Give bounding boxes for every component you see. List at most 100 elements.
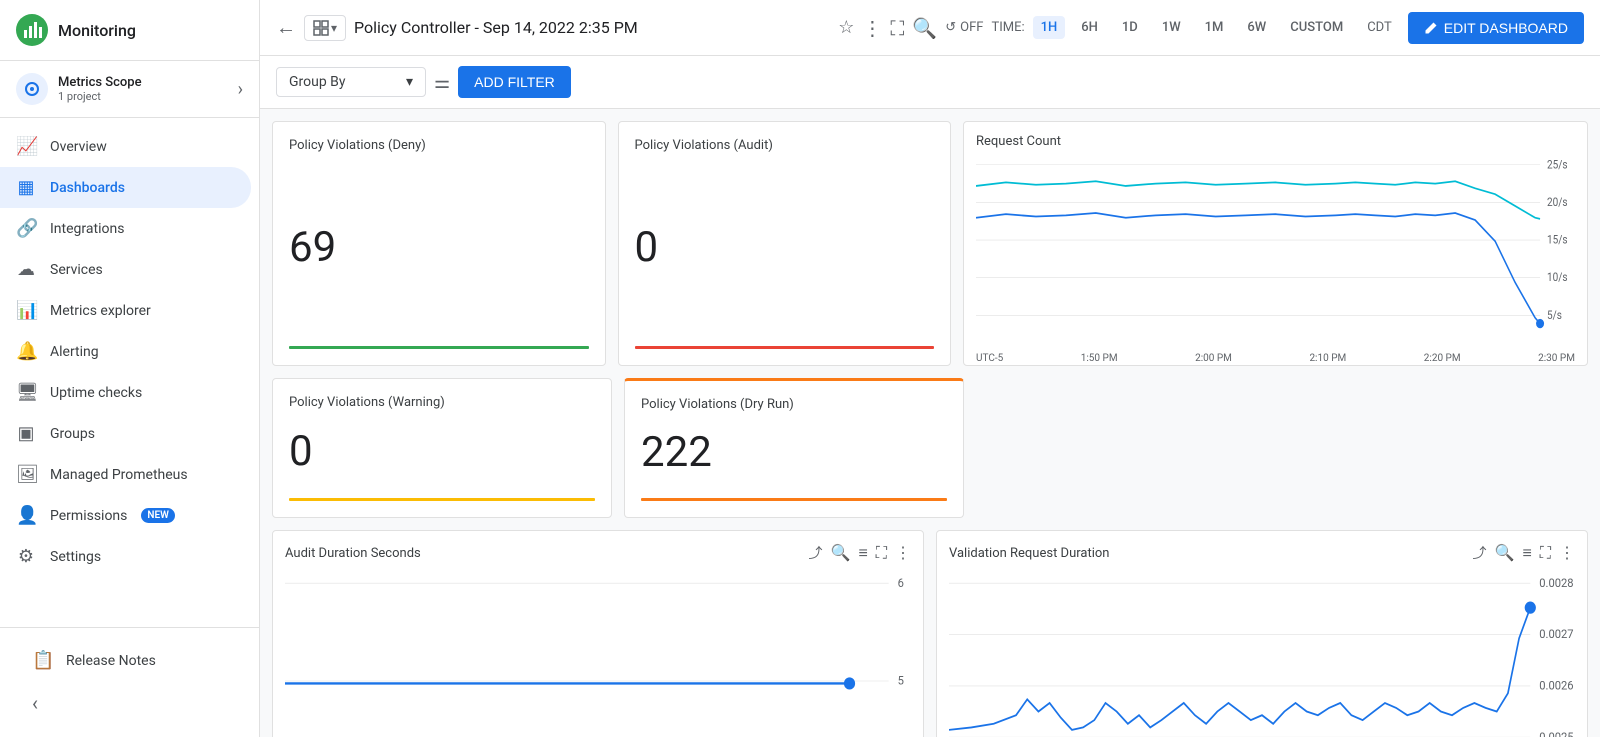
time-label: TIME: — [991, 20, 1024, 35]
app-name: Monitoring — [58, 21, 136, 40]
main-content: ← ▾ Policy Controller - Sep 14, 2022 2:3… — [260, 0, 1600, 737]
validation-trendline-icon: ⤴ — [1473, 543, 1487, 563]
edit-dashboard-button[interactable]: EDIT DASHBOARD — [1408, 12, 1584, 44]
chevron-right-icon: › — [238, 79, 243, 100]
sidebar-item-alerting[interactable]: 🔔 Alerting — [0, 331, 251, 372]
validation-legend-icon[interactable]: ≡ — [1522, 543, 1531, 563]
metric-warning-line — [289, 498, 595, 501]
filter-bar: Group By ▾ ⚌ ADD FILTER — [260, 56, 1600, 109]
scope-info: Metrics Scope 1 project — [16, 73, 142, 105]
audit-zoom-icon[interactable]: 🔍 — [831, 543, 851, 563]
sidebar-item-overview[interactable]: 📈 Overview — [0, 126, 251, 167]
time-btn-1w[interactable]: 1W — [1154, 16, 1189, 39]
time-btn-1m[interactable]: 1M — [1197, 16, 1232, 39]
sidebar-item-permissions[interactable]: 👤 Permissions NEW — [0, 495, 251, 536]
scope-text: Metrics Scope 1 project — [58, 75, 142, 103]
dashboard-type-selector[interactable]: ▾ — [304, 15, 346, 41]
sidebar-footer: 📋 Release Notes ‹ — [0, 627, 259, 737]
groups-label: Groups — [50, 426, 95, 442]
group-by-select[interactable]: Group By ▾ — [276, 67, 426, 97]
metric-card-warning: Policy Violations (Warning) 0 — [272, 378, 612, 518]
release-notes-icon: 📋 — [32, 650, 52, 671]
filter-icon[interactable]: ⚌ — [434, 72, 450, 93]
managed-prometheus-icon: 🖼 — [16, 464, 36, 485]
topbar: ← ▾ Policy Controller - Sep 14, 2022 2:3… — [260, 0, 1600, 56]
sidebar-nav: 📈 Overview ▦ Dashboards 🔗 Integrations ☁… — [0, 118, 259, 627]
time-btn-6w[interactable]: 6W — [1239, 16, 1274, 39]
validation-fullscreen-icon[interactable]: ⛶ — [1540, 543, 1551, 563]
time-btn-6h[interactable]: 6H — [1073, 16, 1106, 39]
alerting-label: Alerting — [50, 344, 99, 360]
sidebar: Monitoring Metrics Scope 1 project › 📈 O… — [0, 0, 260, 737]
validation-chart-svg: 0.0028 0.0027 0.0026 0.0025 0.0024 — [949, 571, 1575, 737]
metrics-explorer-icon: 📊 — [16, 300, 36, 321]
metric-dryrun-value: 222 — [641, 432, 947, 474]
overview-label: Overview — [50, 139, 107, 155]
add-filter-button[interactable]: ADD FILTER — [458, 66, 571, 98]
settings-label: Settings — [50, 549, 101, 565]
sidebar-item-metrics-explorer[interactable]: 📊 Metrics explorer — [0, 290, 251, 331]
more-options-icon[interactable]: ⋮ — [862, 16, 882, 40]
chart-x-label: 1:50 PM — [1081, 353, 1118, 364]
chart-card-validation: Validation Request Duration ⤴ 🔍 ≡ ⛶ ⋮ — [936, 530, 1588, 737]
scope-sub: 1 project — [58, 90, 142, 103]
metric-dryrun-title: Policy Violations (Dry Run) — [641, 397, 947, 412]
sidebar-item-groups[interactable]: ▣ Groups — [0, 413, 251, 454]
sidebar-item-uptime-checks[interactable]: 🖥 Uptime checks — [0, 372, 251, 413]
metric-dryrun-line — [641, 498, 947, 501]
refresh-button[interactable]: ↺ OFF — [945, 20, 983, 35]
svg-text:15/s: 15/s — [1547, 233, 1568, 247]
sidebar-item-release-notes[interactable]: 📋 Release Notes — [16, 640, 243, 681]
search-icon[interactable]: 🔍 — [912, 16, 937, 40]
groups-icon: ▣ — [16, 423, 36, 444]
scope-name: Metrics Scope — [58, 75, 142, 90]
audit-chart-toolbar: Audit Duration Seconds ⤴ 🔍 ≡ ⛶ ⋮ — [285, 543, 911, 563]
services-label: Services — [50, 262, 103, 278]
dashboard-row-1: Policy Violations (Deny) 69 Policy Viola… — [272, 121, 1588, 366]
chevron-down-icon: ▾ — [331, 21, 337, 35]
audit-fullscreen-icon[interactable]: ⛶ — [876, 543, 887, 563]
chart-card-audit-duration: Audit Duration Seconds ⤴ 🔍 ≡ ⛶ ⋮ — [272, 530, 924, 737]
scope-icon — [16, 73, 48, 105]
chart-x-label: 2:30 PM — [1538, 353, 1575, 364]
svg-text:0.0026: 0.0026 — [1539, 678, 1574, 693]
metric-card-audit: Policy Violations (Audit) 0 — [618, 121, 952, 366]
audit-trendline-icon: ⤴ — [809, 543, 823, 563]
dashboards-icon: ▦ — [16, 177, 36, 198]
timezone-button[interactable]: CDT — [1359, 16, 1400, 39]
metric-deny-line — [289, 346, 589, 349]
metric-audit-line — [635, 346, 935, 349]
metric-audit-title: Policy Violations (Audit) — [635, 138, 935, 153]
validation-chart-toolbar: Validation Request Duration ⤴ 🔍 ≡ ⛶ ⋮ — [949, 543, 1575, 563]
time-btn-1d[interactable]: 1D — [1114, 16, 1146, 39]
metric-deny-title: Policy Violations (Deny) — [289, 138, 589, 153]
managed-prometheus-label: Managed Prometheus — [50, 467, 188, 483]
metrics-scope-selector[interactable]: Metrics Scope 1 project › — [0, 61, 259, 118]
svg-text:0.0027: 0.0027 — [1539, 627, 1574, 642]
time-btn-1h[interactable]: 1H — [1033, 16, 1066, 39]
sidebar-item-managed-prometheus[interactable]: 🖼 Managed Prometheus — [0, 454, 251, 495]
audit-more-icon[interactable]: ⋮ — [895, 543, 911, 563]
star-icon[interactable]: ☆ — [838, 17, 854, 38]
validation-more-icon[interactable]: ⋮ — [1559, 543, 1575, 563]
validation-zoom-icon[interactable]: 🔍 — [1495, 543, 1515, 563]
time-btn-custom[interactable]: CUSTOM — [1282, 16, 1351, 39]
refresh-icon: ↺ — [945, 20, 956, 35]
svg-text:0.0028: 0.0028 — [1539, 575, 1573, 590]
chart-card-request-count: Request Count — [963, 121, 1588, 366]
audit-legend-icon[interactable]: ≡ — [858, 543, 867, 563]
back-button[interactable]: ← — [276, 15, 296, 40]
fullscreen-icon[interactable]: ⛶ — [890, 16, 904, 40]
sidebar-item-services[interactable]: ☁ Services — [0, 249, 251, 290]
metric-deny-value: 69 — [289, 227, 589, 269]
metric-card-deny: Policy Violations (Deny) 69 — [272, 121, 606, 366]
sidebar-collapse-button[interactable]: ‹ — [16, 681, 243, 725]
sidebar-item-settings[interactable]: ⚙ Settings — [0, 536, 251, 577]
sidebar-item-integrations[interactable]: 🔗 Integrations — [0, 208, 251, 249]
permissions-badge: NEW — [141, 508, 175, 523]
chart-request-svg: 25/s 20/s 15/s 10/s 5/s — [976, 153, 1575, 353]
sidebar-header: Monitoring — [0, 0, 259, 61]
settings-icon: ⚙ — [16, 546, 36, 567]
sidebar-item-dashboards[interactable]: ▦ Dashboards — [0, 167, 251, 208]
audit-chart-svg: 6 5 4 — [285, 571, 911, 737]
